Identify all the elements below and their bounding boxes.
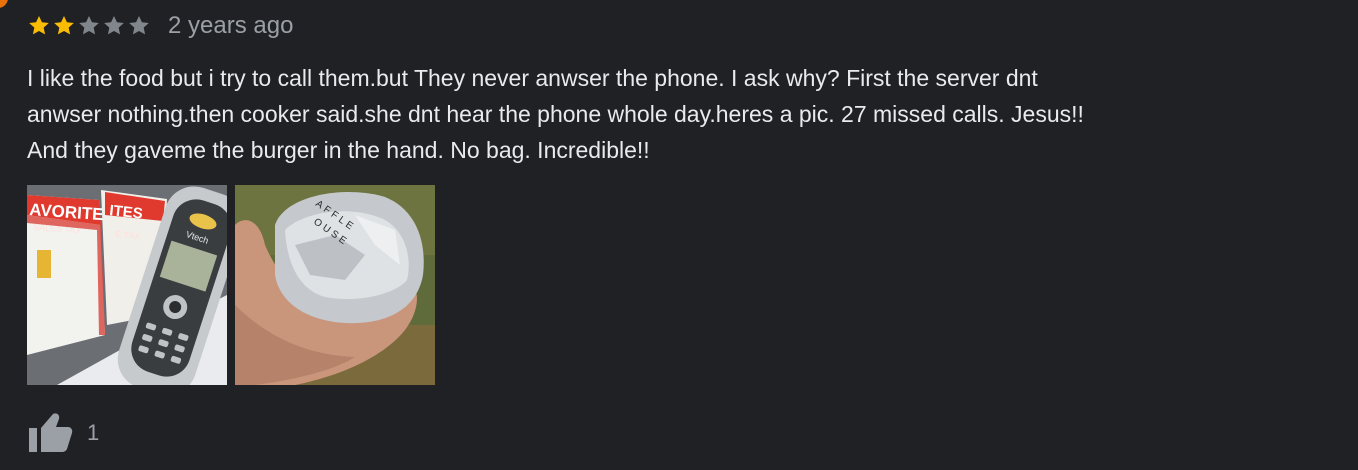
review-photos: AVORITES SALES TAX ITES E TAX Vtech AFFL… bbox=[27, 185, 435, 385]
review-timestamp: 2 years ago bbox=[168, 12, 294, 39]
review-text: I like the food but i try to call them.b… bbox=[27, 60, 1327, 168]
foil-burger-photo-image: AFFLE OUSE bbox=[235, 185, 435, 385]
review-text-line: I like the food but i try to call them.b… bbox=[27, 65, 1038, 91]
like-row: 1 bbox=[27, 410, 99, 456]
star-icon bbox=[79, 16, 99, 35]
cup-text: ITES bbox=[109, 202, 144, 222]
review-photo-burger[interactable]: AFFLE OUSE bbox=[235, 185, 435, 385]
like-count: 1 bbox=[87, 420, 100, 445]
review-text-line: And they gaveme the burger in the hand. … bbox=[27, 137, 650, 163]
like-button[interactable] bbox=[27, 410, 75, 456]
thumbs-up-icon bbox=[29, 413, 73, 452]
star-icon bbox=[129, 16, 149, 35]
rating-row: 2 years ago bbox=[27, 10, 293, 42]
star-icon bbox=[54, 16, 74, 35]
review-photo-phone[interactable]: AVORITES SALES TAX ITES E TAX Vtech bbox=[27, 185, 227, 385]
phone-photo-image: AVORITES SALES TAX ITES E TAX Vtech bbox=[27, 185, 227, 385]
star-rating bbox=[27, 14, 151, 38]
star-icon bbox=[104, 16, 124, 35]
star-icon bbox=[29, 16, 49, 35]
avatar[interactable] bbox=[0, 0, 8, 8]
review-text-line: anwser nothing.then cooker said.she dnt … bbox=[27, 101, 1084, 127]
